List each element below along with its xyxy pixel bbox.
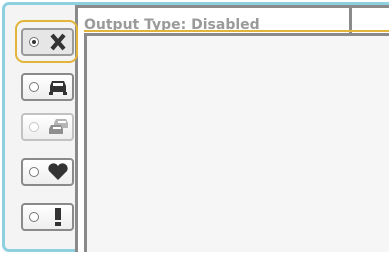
- exclamation-icon: [46, 207, 70, 227]
- radio-icon: [29, 82, 39, 92]
- car-icon: [46, 77, 70, 97]
- radio-icon: [29, 167, 39, 177]
- cars-icon: [46, 117, 70, 137]
- callout-line: [84, 30, 389, 32]
- output-alert-button[interactable]: [21, 203, 74, 231]
- output-multiple-vehicles-button: [21, 113, 74, 141]
- output-single-vehicle-button[interactable]: [21, 73, 74, 101]
- selection-highlight: [15, 20, 78, 63]
- output-content-area: [84, 33, 389, 252]
- radio-icon: [29, 212, 39, 222]
- output-favorite-button[interactable]: [21, 158, 74, 186]
- heart-icon: [46, 162, 70, 182]
- radio-icon: [29, 122, 39, 132]
